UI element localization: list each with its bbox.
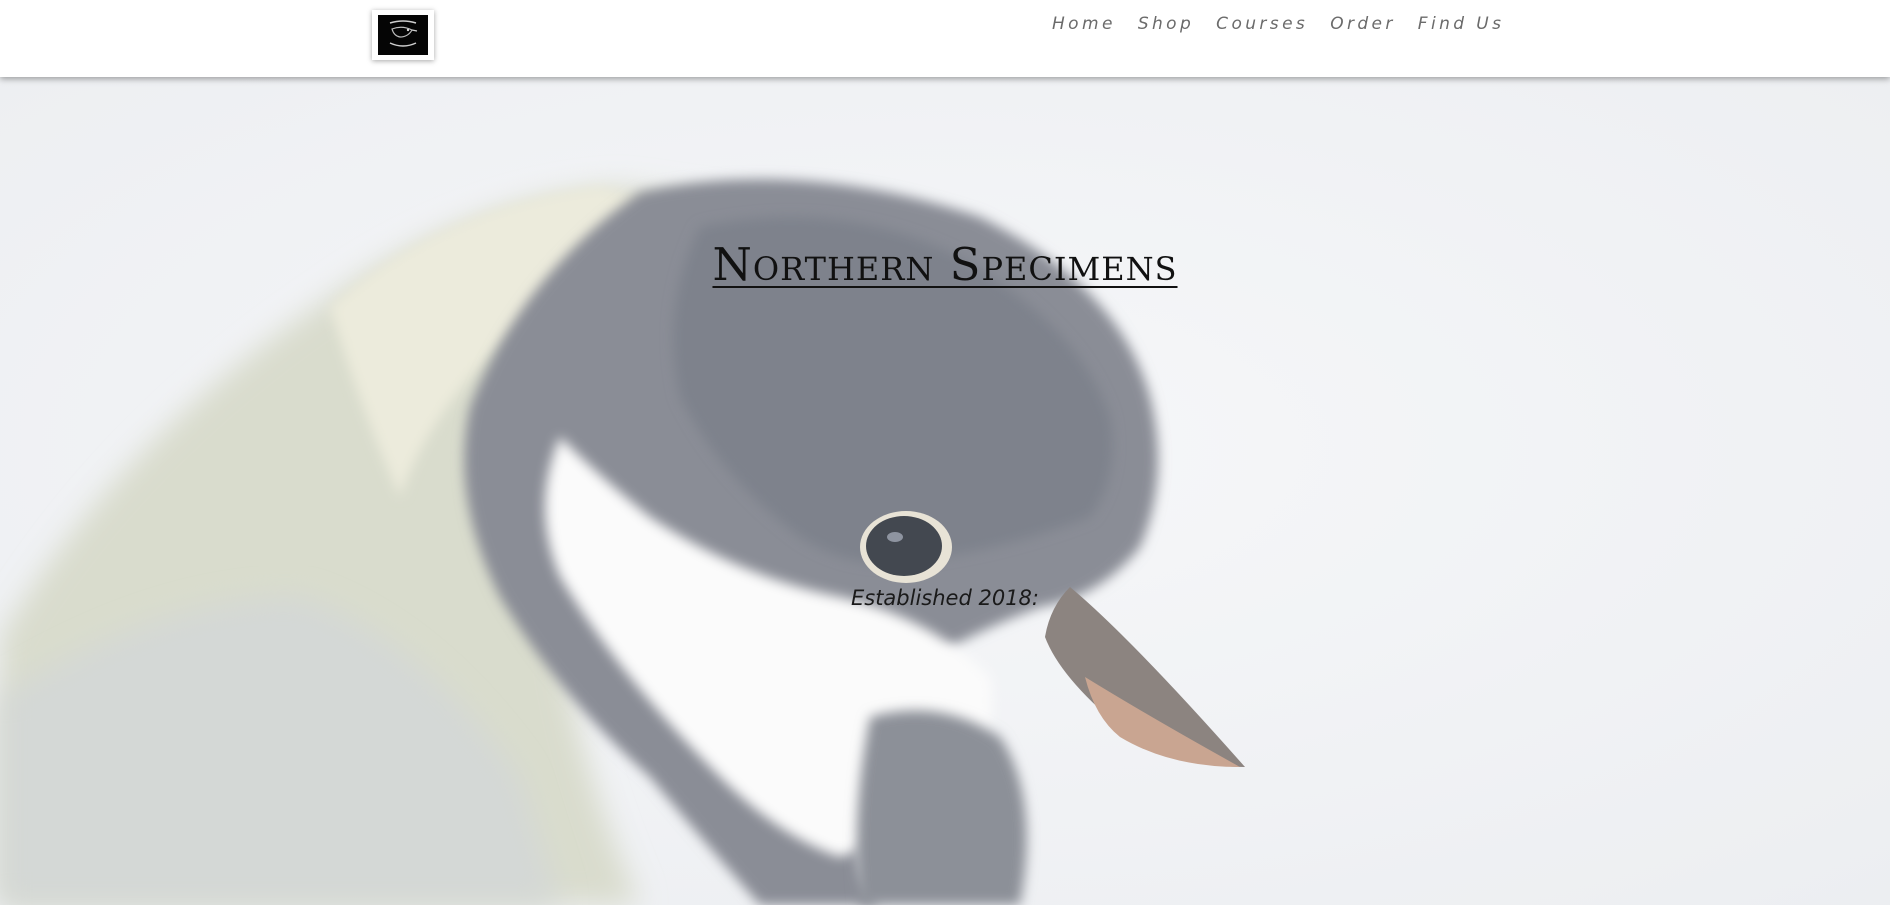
hero-section: Northern Specimens Established 2018: xyxy=(0,77,1890,905)
nav-shop[interactable]: Shop xyxy=(1138,14,1194,34)
hero-subtitle: Established 2018: xyxy=(850,586,1039,610)
hero-title: Northern Specimens xyxy=(712,238,1178,291)
site-header: Home Shop Courses Order Find Us xyxy=(0,0,1890,77)
bird-emblem-icon xyxy=(378,15,428,55)
logo[interactable] xyxy=(372,10,434,60)
main-nav: Home Shop Courses Order Find Us xyxy=(1052,14,1526,34)
nav-home[interactable]: Home xyxy=(1052,14,1116,34)
nav-find-us[interactable]: Find Us xyxy=(1418,14,1505,34)
hero-bird-image xyxy=(0,77,1890,905)
nav-courses[interactable]: Courses xyxy=(1216,14,1308,34)
nav-order[interactable]: Order xyxy=(1330,14,1396,34)
